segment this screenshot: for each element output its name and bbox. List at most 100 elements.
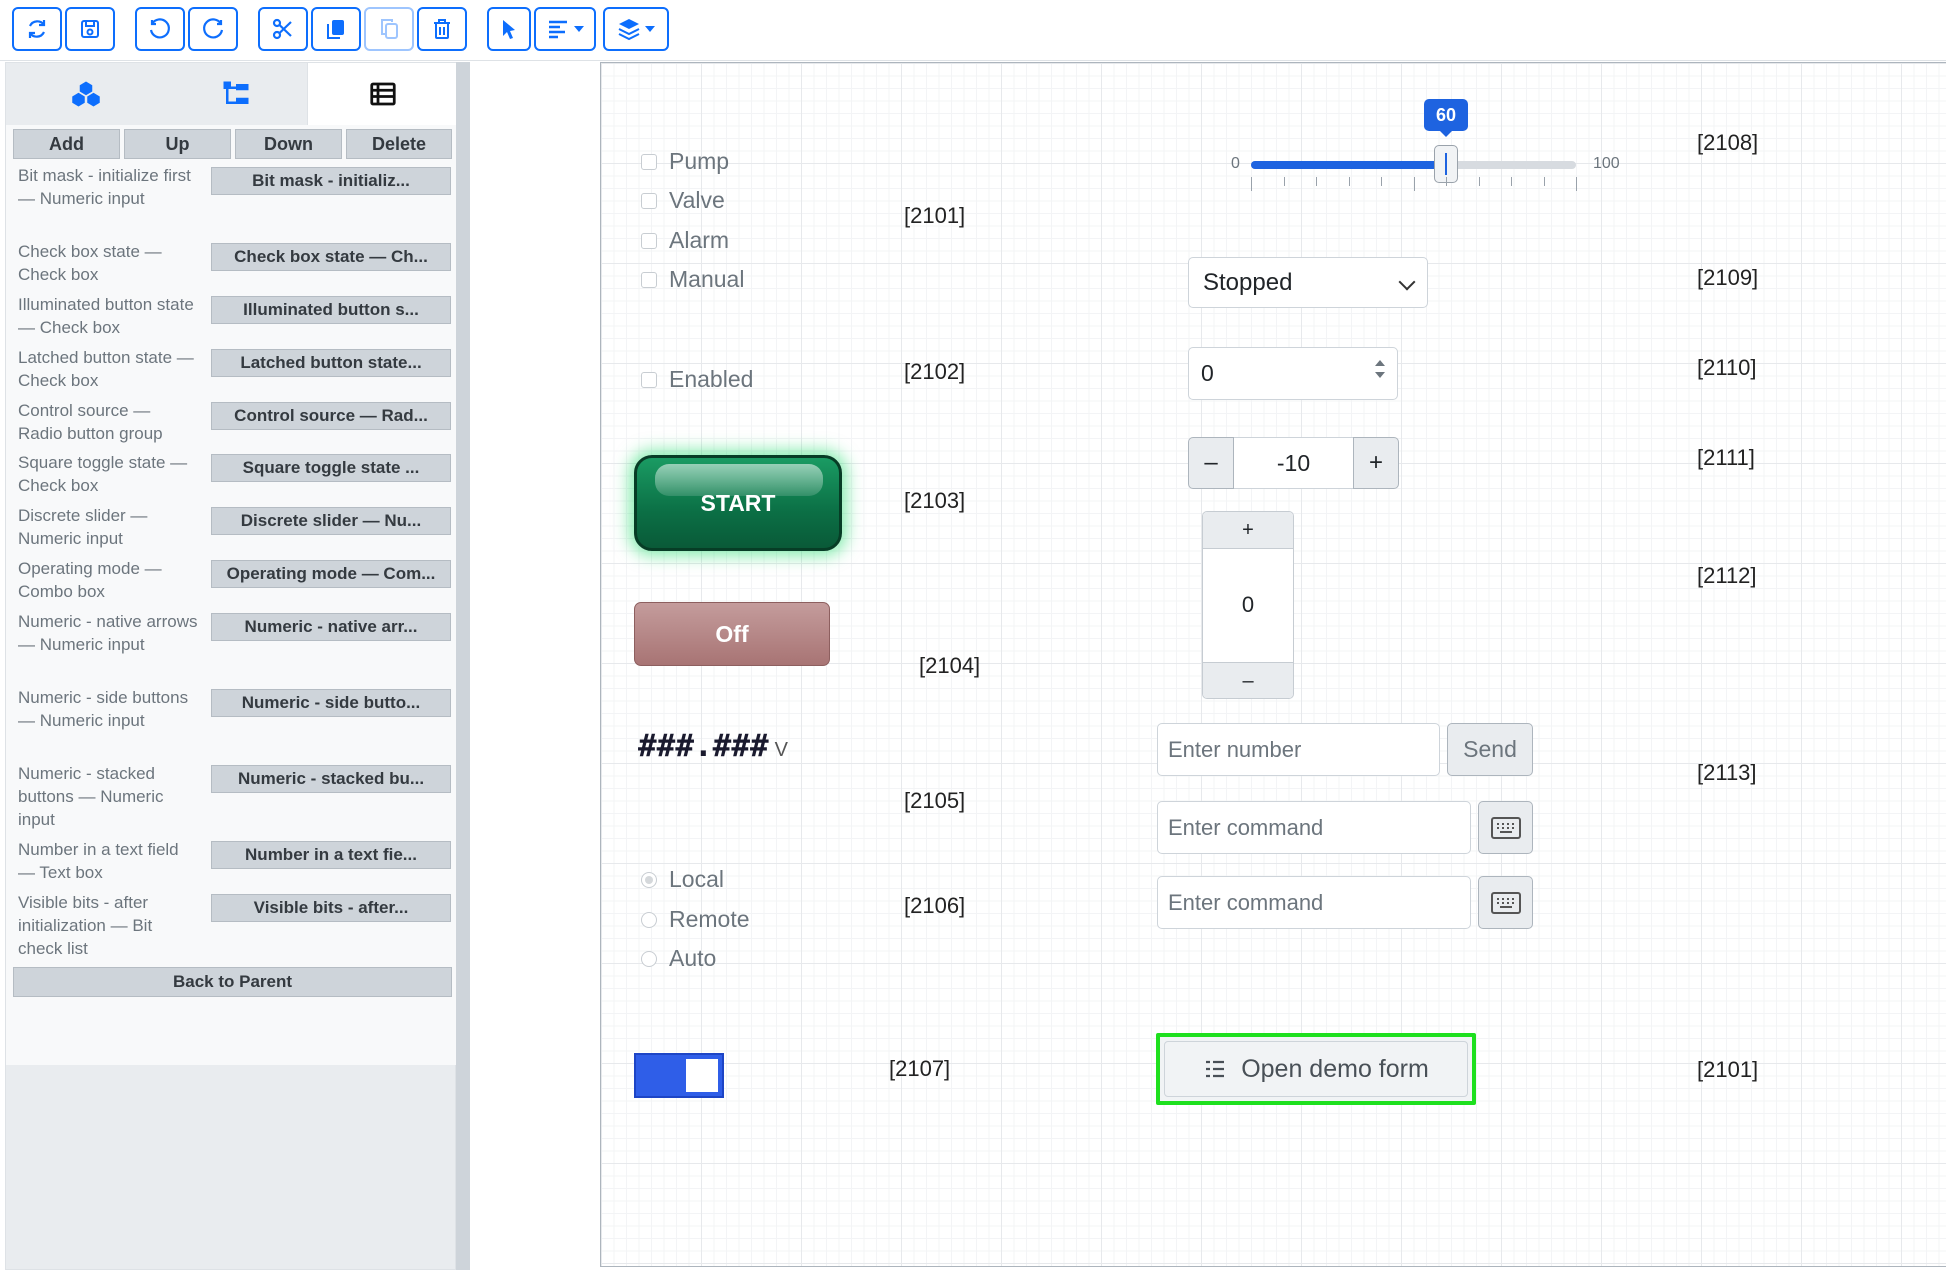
start-illuminated-button[interactable]: START [634, 455, 842, 551]
arrow-up-icon[interactable] [1375, 360, 1385, 366]
element-tag: [2101] [1697, 1057, 1759, 1082]
item-label: Visible bits - after initialization — Bi… [18, 893, 153, 958]
command-input-2[interactable]: Enter command [1157, 876, 1471, 929]
layers-icon [618, 19, 640, 41]
radio-auto[interactable]: Auto [641, 945, 716, 972]
item-button[interactable]: Square toggle state ... [211, 454, 451, 482]
redo-icon [203, 18, 224, 39]
keyboard-button[interactable] [1478, 876, 1533, 929]
command-input-1[interactable]: Enter command [1157, 801, 1471, 854]
item-button[interactable]: Operating mode — Com... [211, 560, 451, 588]
item-label: Check box state — Check box [18, 242, 162, 284]
cut-button[interactable] [258, 7, 308, 51]
item-button[interactable]: Check box state — Ch... [211, 243, 451, 271]
layers-dropdown[interactable] [603, 7, 669, 51]
item-label: Numeric - stacked buttons — Numeric inpu… [18, 764, 164, 829]
back-to-parent-button[interactable]: Back to Parent [13, 967, 452, 997]
checkbox[interactable] [641, 153, 657, 170]
down-button[interactable]: Down [235, 129, 342, 159]
numeric-value[interactable]: -10 [1234, 437, 1353, 489]
up-button[interactable]: Up [124, 129, 231, 159]
item-label: Operating mode — Combo box [18, 559, 162, 601]
number-text-input[interactable]: Enter number [1157, 723, 1440, 776]
checklist-item-alarm[interactable]: Alarm [641, 227, 729, 254]
copy-button[interactable] [311, 7, 361, 51]
enabled-checkbox[interactable]: Enabled [641, 366, 753, 393]
numeric-native-input[interactable]: 0 [1188, 347, 1398, 400]
chevron-down-icon [645, 26, 655, 32]
cut-icon [272, 18, 292, 40]
redo-button[interactable] [188, 7, 238, 51]
item-button[interactable]: Numeric - stacked bu... [211, 765, 451, 793]
mask-value: ###.### [638, 728, 769, 764]
open-demo-form-button[interactable]: Open demo form [1156, 1033, 1476, 1105]
slider-tick [1381, 177, 1382, 186]
checklist-item-manual[interactable]: Manual [641, 266, 744, 293]
checkbox[interactable] [641, 232, 657, 249]
slider-max-label: 100 [1593, 155, 1620, 172]
pointer-icon [503, 20, 515, 39]
start-label: START [700, 489, 776, 516]
refresh-button[interactable] [12, 7, 62, 51]
delete-button[interactable] [417, 7, 467, 51]
item-button[interactable]: Latched button state... [211, 349, 451, 377]
demo-button-label: Open demo form [1241, 1054, 1429, 1083]
item-label: Numeric - native arrows — Numeric input [18, 612, 198, 654]
operating-mode-select[interactable]: Stopped [1188, 257, 1428, 308]
element-tag: [2109] [1697, 265, 1759, 290]
item-button[interactable]: Discrete slider — Nu... [211, 507, 451, 535]
panel-splitter[interactable] [456, 62, 470, 1270]
tab-list[interactable] [307, 63, 458, 125]
radio-local[interactable]: Local [641, 866, 724, 893]
select-pointer-button[interactable] [487, 7, 531, 51]
radio-button[interactable] [641, 911, 657, 928]
checkbox[interactable] [641, 371, 657, 388]
delete-item-button[interactable]: Delete [346, 129, 452, 159]
element-tag: [2106] [904, 893, 966, 918]
align-icon [549, 20, 567, 39]
arrow-down-icon[interactable] [1375, 372, 1385, 378]
item-button[interactable]: Bit mask - initializ... [211, 167, 451, 195]
components-icon [72, 81, 100, 107]
item-button[interactable]: Visible bits - after... [211, 894, 451, 922]
design-canvas[interactable]: Pump Valve Alarm Manual Enabled START Of… [600, 62, 1946, 1267]
decrement-button[interactable]: – [1188, 437, 1234, 489]
paste-button[interactable] [364, 7, 414, 51]
checklist-item-valve[interactable]: Valve [641, 187, 725, 214]
checkbox[interactable] [641, 192, 657, 209]
add-button[interactable]: Add [13, 129, 120, 159]
radio-button[interactable] [641, 950, 657, 967]
send-button[interactable]: Send [1447, 723, 1533, 776]
undo-button[interactable] [135, 7, 185, 51]
tab-components[interactable] [11, 63, 161, 125]
item-button[interactable]: Control source — Rad... [211, 402, 451, 430]
square-toggle[interactable] [634, 1053, 724, 1098]
element-tag: [2110] [1697, 355, 1757, 380]
numeric-value[interactable]: 0 [1203, 548, 1293, 662]
radio-remote[interactable]: Remote [641, 906, 750, 933]
slider-tick [1413, 177, 1415, 191]
element-tag: [2108] [1697, 130, 1759, 155]
checkbox[interactable] [641, 271, 657, 288]
align-dropdown[interactable] [534, 7, 596, 51]
item-button[interactable]: Numeric - native arr... [211, 613, 451, 641]
tab-tree[interactable] [161, 63, 311, 125]
increment-button[interactable]: + [1203, 512, 1293, 549]
decrement-button[interactable]: – [1203, 662, 1293, 698]
item-button[interactable]: Illuminated button s... [211, 296, 451, 324]
increment-button[interactable]: + [1353, 437, 1399, 489]
slider-tick [1478, 177, 1480, 186]
item-button[interactable]: Number in a text fie... [211, 841, 451, 869]
numeric-stacked-buttons: + 0 – [1202, 511, 1294, 699]
spin-arrows[interactable] [1375, 360, 1385, 378]
discrete-slider[interactable]: 60 [1251, 99, 1577, 191]
save-button[interactable] [65, 7, 115, 51]
off-latched-button[interactable]: Off [634, 602, 830, 666]
checklist-item-pump[interactable]: Pump [641, 148, 729, 175]
tree-icon [223, 81, 249, 104]
item-button[interactable]: Numeric - side butto... [211, 689, 451, 717]
radio-button[interactable] [641, 871, 657, 888]
keyboard-button[interactable] [1478, 801, 1533, 854]
mask-unit: V [774, 739, 788, 761]
numeric-side-buttons: – -10 + [1188, 437, 1399, 489]
